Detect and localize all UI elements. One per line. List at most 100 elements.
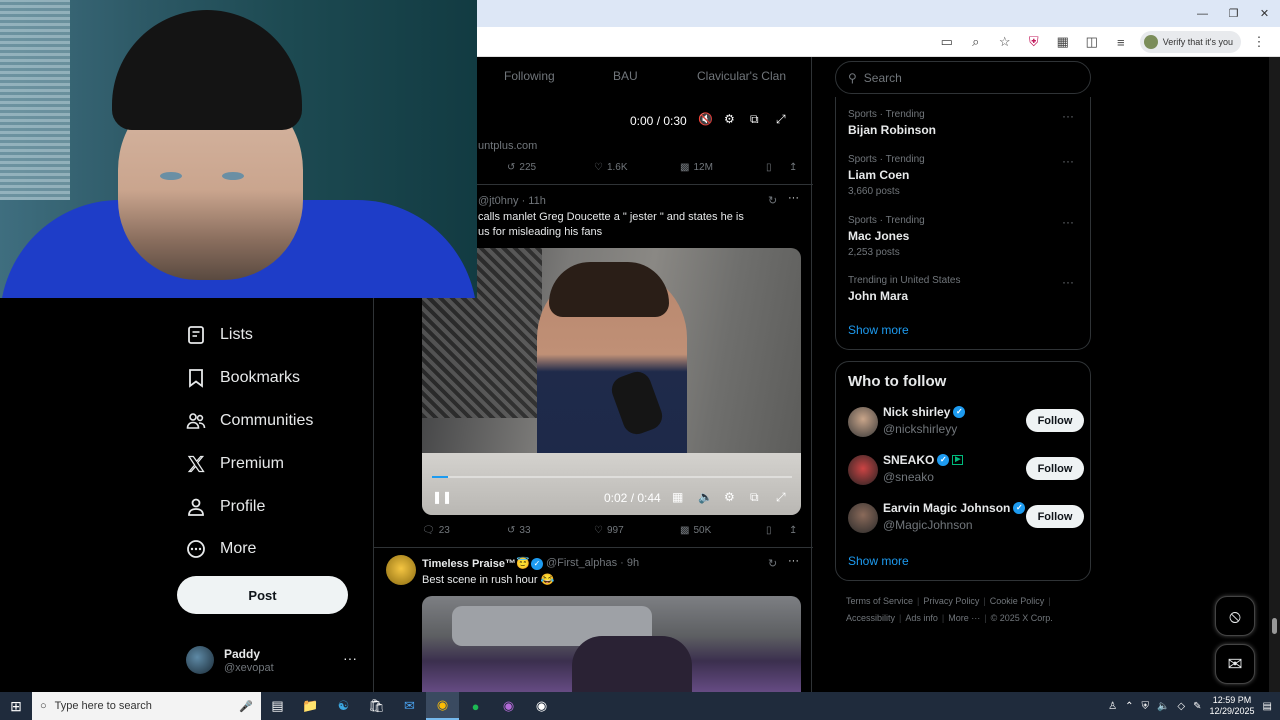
follow-button[interactable]: Follow xyxy=(1026,409,1084,432)
bookmark-button[interactable]: ▯ xyxy=(766,162,772,173)
browser-menu-icon[interactable]: ⋮ xyxy=(1248,31,1270,53)
spotify-icon[interactable]: ● xyxy=(459,692,492,720)
fullscreen-icon[interactable]: ⤢ xyxy=(776,112,786,127)
settings-icon[interactable]: ⚙ xyxy=(724,112,735,126)
tab-claviculars-clan[interactable]: Clavicular's Clan xyxy=(697,69,786,83)
like-button[interactable]: ♡ 1.6K xyxy=(594,162,628,173)
pen-icon[interactable]: ✎ xyxy=(1193,701,1201,712)
store-icon[interactable]: 🛍 xyxy=(360,692,393,720)
share-button[interactable]: ↥ xyxy=(789,525,797,536)
follow-suggestion[interactable]: SNEAKO ✓ ▶ @sneako Follow xyxy=(848,453,1084,489)
taskbar-clock[interactable]: 12:59 PM 12/29/2025 xyxy=(1210,695,1255,717)
retweet-button[interactable]: ↺ 225 xyxy=(507,162,536,173)
tab-following[interactable]: Following xyxy=(504,69,555,83)
nav-item-communities[interactable]: Communities xyxy=(186,411,313,431)
extensions-icon[interactable]: ▦ xyxy=(1052,31,1074,53)
tweet-video[interactable]: ❚❚ 0:02 / 0:44 ▦ 🔈 ⚙ ⧉ ⤢ xyxy=(422,248,801,515)
install-app-icon[interactable]: ▭ xyxy=(936,31,958,53)
nav-item-lists[interactable]: Lists xyxy=(186,325,253,345)
more-dots-icon[interactable]: ··· xyxy=(1062,154,1074,168)
trend-item[interactable]: Sports · Trending Mac Jones 2,253 posts … xyxy=(848,215,1088,258)
microphone-icon[interactable]: 🎤 xyxy=(239,700,253,713)
more-dots-icon[interactable]: ··· xyxy=(1062,109,1074,123)
footer-link-privacy[interactable]: Privacy Policy xyxy=(923,596,979,606)
recorder-app-icon[interactable]: ◉ xyxy=(525,692,558,720)
picture-in-picture-icon[interactable]: ⧉ xyxy=(750,112,759,127)
retweet-button[interactable]: ↺ 33 xyxy=(507,525,531,536)
taskbar-search-input[interactable]: ○ Type here to search 🎤 xyxy=(32,692,261,720)
fullscreen-icon[interactable]: ⤢ xyxy=(776,490,786,505)
more-dots-icon[interactable]: ··· xyxy=(1062,215,1074,229)
minimize-icon[interactable]: — xyxy=(1187,0,1218,27)
trend-item[interactable]: Trending in United States John Mara ··· xyxy=(848,275,1088,303)
nav-item-more[interactable]: More xyxy=(186,539,256,559)
mail-icon[interactable]: ✉ xyxy=(393,692,426,720)
close-icon[interactable]: ✕ xyxy=(1249,0,1280,27)
mute-icon[interactable]: 🔇 xyxy=(698,112,713,126)
messages-button[interactable]: ✉ xyxy=(1215,644,1255,684)
tweet-handle-time[interactable]: @jt0hny · 11h xyxy=(478,195,546,207)
people-icon[interactable]: ♙ xyxy=(1108,701,1117,712)
search-input[interactable]: ⚲ Search xyxy=(835,61,1091,94)
profile-verify-pill[interactable]: Verify that it's you xyxy=(1139,31,1241,53)
follow-suggestion[interactable]: Earvin Magic Johnson ✓ @MagicJohnson Foll… xyxy=(848,501,1084,537)
card-source[interactable]: untplus.com xyxy=(478,140,537,152)
follow-suggestion[interactable]: Nick shirley ✓ @nickshirleyy Follow xyxy=(848,405,1084,441)
trend-item[interactable]: Sports · Trending Liam Coen 3,660 posts … xyxy=(848,154,1088,197)
trends-show-more-link[interactable]: Show more xyxy=(848,323,909,337)
tweet-video[interactable] xyxy=(422,596,801,692)
shield-extension-icon[interactable]: ⛨ xyxy=(1023,31,1045,53)
follow-button[interactable]: Follow xyxy=(1026,457,1084,480)
avatar[interactable] xyxy=(386,555,416,585)
chat-app-icon[interactable]: ◉ xyxy=(492,692,525,720)
network-icon[interactable]: ◇ xyxy=(1177,701,1185,712)
windows-start-icon[interactable]: ⊞ xyxy=(0,692,32,720)
reply-button[interactable]: 🗨 23 xyxy=(422,525,450,536)
nav-item-bookmarks[interactable]: Bookmarks xyxy=(186,368,300,388)
star-icon[interactable]: ☆ xyxy=(994,31,1016,53)
nav-item-profile[interactable]: Profile xyxy=(186,497,265,517)
zoom-icon[interactable]: ⌕ xyxy=(965,31,987,53)
notifications-icon[interactable]: ▤ xyxy=(1263,701,1272,712)
views-button[interactable]: ▩ 12M xyxy=(680,162,713,173)
views-button[interactable]: ▩ 50K xyxy=(680,525,711,536)
footer-link-more[interactable]: More ··· xyxy=(948,613,980,623)
chrome-icon[interactable]: ◉ xyxy=(426,692,459,720)
captions-icon[interactable]: ▦ xyxy=(672,490,683,504)
volume-icon[interactable]: 🔈 xyxy=(1157,701,1169,712)
more-dots-icon[interactable]: ··· xyxy=(788,192,799,204)
tweet-handle-time[interactable]: @First_alphas · 9h xyxy=(546,557,639,569)
picture-in-picture-icon[interactable]: ⧉ xyxy=(750,490,759,505)
footer-link-ads-info[interactable]: Ads info xyxy=(905,613,938,623)
grok-button[interactable]: ⦸ xyxy=(1215,596,1255,636)
more-dots-icon[interactable]: ··· xyxy=(1062,275,1074,289)
bookmark-button[interactable]: ▯ xyxy=(766,525,772,536)
video-progress-bar[interactable] xyxy=(432,476,792,478)
footer-link-cookies[interactable]: Cookie Policy xyxy=(990,596,1045,606)
grok-icon[interactable]: ↻ xyxy=(768,557,777,570)
tab-bau[interactable]: BAU xyxy=(613,69,638,83)
antivirus-icon[interactable]: ⛨ xyxy=(1141,701,1149,712)
trend-item[interactable]: Sports · Trending Bijan Robinson ··· xyxy=(848,109,1088,137)
who-to-follow-show-more-link[interactable]: Show more xyxy=(848,554,909,568)
file-explorer-icon[interactable]: 📁 xyxy=(294,692,327,720)
task-view-icon[interactable]: ▤ xyxy=(261,692,294,720)
account-switcher[interactable]: Paddy @xevopat ··· xyxy=(186,643,361,679)
chevron-up-icon[interactable]: ⌃ xyxy=(1125,701,1133,712)
like-button[interactable]: ♡ 997 xyxy=(594,525,624,536)
follow-button[interactable]: Follow xyxy=(1026,505,1084,528)
grok-icon[interactable]: ↻ xyxy=(768,194,777,207)
restore-icon[interactable]: ❐ xyxy=(1218,0,1249,27)
side-panel-icon[interactable]: ◫ xyxy=(1081,31,1103,53)
edge-icon[interactable]: ☯ xyxy=(327,692,360,720)
share-button[interactable]: ↥ xyxy=(789,162,797,173)
nav-item-premium[interactable]: Premium xyxy=(186,454,284,474)
scrollbar-thumb[interactable] xyxy=(1272,618,1277,634)
tweet-author-name[interactable]: Timeless Praise™😇 xyxy=(422,557,530,572)
post-button[interactable]: Post xyxy=(177,576,348,614)
settings-icon[interactable]: ⚙ xyxy=(724,490,735,504)
reading-list-icon[interactable]: ≡ xyxy=(1110,31,1132,53)
footer-link-accessibility[interactable]: Accessibility xyxy=(846,613,895,623)
pause-icon[interactable]: ❚❚ xyxy=(432,490,452,504)
footer-link-terms[interactable]: Terms of Service xyxy=(846,596,913,606)
